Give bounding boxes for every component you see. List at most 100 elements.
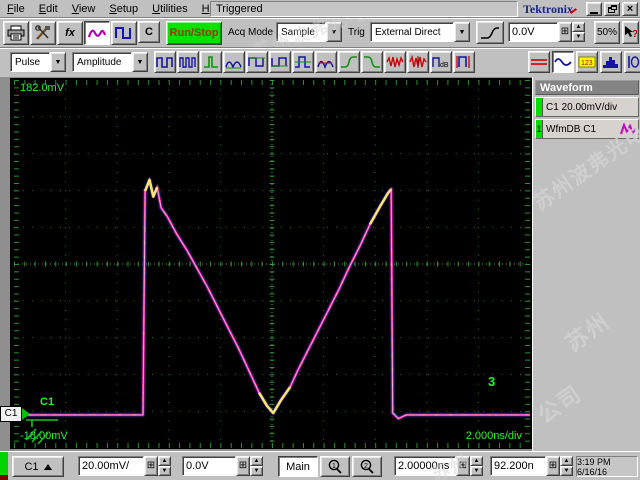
meas-pulse-width-button[interactable]	[200, 51, 222, 73]
menu-setup[interactable]: Setup	[102, 1, 145, 17]
menu-view[interactable]: View	[65, 1, 103, 17]
meas-gain-db-button[interactable]: dB	[430, 51, 452, 73]
restore-icon	[607, 5, 617, 13]
meas-cycle-peaks-button[interactable]	[315, 51, 337, 73]
channel-select-button[interactable]: C1	[12, 456, 64, 477]
restore-button[interactable]	[604, 2, 620, 16]
minimize-button[interactable]	[586, 2, 602, 16]
readouts-button[interactable]: 123	[576, 51, 598, 73]
channel-position-marker[interactable]: C1	[0, 406, 32, 423]
meas-frequency-button[interactable]	[177, 51, 199, 73]
meas-amplitude-noise-button[interactable]	[407, 51, 429, 73]
c-mode-button[interactable]: C	[138, 21, 160, 43]
menu-edit[interactable]: Edit	[32, 1, 65, 17]
bottom-control-bar: C1 ⊞ ▲ ▼ ⊞ ▲ ▼ Main 1 2	[0, 451, 640, 480]
meas-rise-time-button[interactable]	[338, 51, 360, 73]
spin-up-icon[interactable]: ▲	[572, 22, 585, 32]
measurement-toolbar: Pulse ▼ Amplitude ▼ dB 123	[0, 48, 640, 77]
trigger-source-select[interactable]: External Direct ▼	[370, 22, 470, 42]
graticule[interactable]: 182.0mV -18.00mV 2.000ns/div C1 3	[10, 78, 532, 449]
vertical-offset-spinner[interactable]: ▲ ▼	[250, 456, 263, 476]
trigger-slope-button[interactable]	[476, 21, 504, 44]
waveform-mode-button[interactable]	[84, 21, 110, 45]
main-timebase-button[interactable]: Main	[278, 456, 318, 477]
fx-math-button[interactable]: fx	[57, 21, 83, 45]
pulse-mode-button[interactable]	[111, 21, 137, 45]
spin-down-icon[interactable]: ▼	[572, 32, 585, 42]
set-50-percent-button[interactable]: 50%	[594, 21, 620, 44]
display-area: 182.0mV -18.00mV 2.000ns/div C1 3 C1 Wav…	[0, 77, 640, 451]
waveform-entry-c1[interactable]: C1 20.00mV/div	[535, 97, 639, 117]
waveform-entry-wfmdb[interactable]: 1 WfmDB C1	[535, 119, 639, 139]
keypad-button[interactable]: ⊞	[456, 456, 470, 476]
spin-down-icon[interactable]: ▼	[470, 466, 483, 476]
meas-rms-noise-button[interactable]	[384, 51, 406, 73]
horizontal-scale-spinner[interactable]: ▲ ▼	[470, 456, 483, 476]
mid-level-icon	[295, 56, 311, 68]
wfmdb-trace-icon	[620, 122, 636, 136]
trigger-level-spinner[interactable]: ▲ ▼	[572, 22, 585, 42]
meas-gated-button[interactable]	[453, 51, 475, 73]
spin-up-icon[interactable]: ▲	[470, 456, 483, 466]
spin-up-icon[interactable]: ▲	[158, 456, 171, 466]
vertical-scale-spinner[interactable]: ▲ ▼	[158, 456, 171, 476]
meas-low-level-button[interactable]	[269, 51, 291, 73]
spin-up-icon[interactable]: ▲	[560, 456, 573, 466]
trace-noise-red	[14, 176, 530, 420]
acq-mode-select[interactable]: Sample ▼	[276, 22, 342, 42]
meas-category-dropdown-button[interactable]: ▼	[50, 52, 66, 72]
sine-wave-icon	[554, 58, 572, 66]
vertical-offset-input[interactable]	[182, 456, 236, 476]
keypad-button[interactable]: ⊞	[558, 22, 572, 42]
tools-button[interactable]	[30, 21, 56, 45]
meas-subcategory-select[interactable]: Amplitude ▼	[72, 52, 148, 72]
oscilloscope-app-window: { "window": { "menu_items": ["File", "Ed…	[0, 0, 640, 480]
horizontal-position-input[interactable]	[490, 456, 546, 476]
histogram-button[interactable]	[600, 51, 622, 73]
menu-file[interactable]: File	[0, 1, 32, 17]
print-button[interactable]	[3, 21, 29, 45]
chevron-down-icon: ▼	[54, 58, 62, 66]
cursors-button[interactable]	[528, 51, 550, 73]
chevron-down-icon: ▼	[458, 28, 466, 36]
horizontal-position-group: ⊞ ▲ ▼	[490, 456, 574, 476]
trigger-source-dropdown-button[interactable]: ▼	[454, 22, 470, 42]
meas-subcategory-dropdown-button[interactable]: ▼	[132, 52, 148, 72]
meas-peaks-button[interactable]	[223, 51, 245, 73]
spin-down-icon[interactable]: ▼	[560, 466, 573, 476]
meas-category-select[interactable]: Pulse ▼	[10, 52, 66, 72]
meas-period-button[interactable]	[154, 51, 176, 73]
spin-down-icon[interactable]: ▼	[158, 466, 171, 476]
zoom-2-button[interactable]: 2	[352, 456, 382, 477]
zoom-1-button[interactable]: 1	[320, 456, 350, 477]
meas-high-level-button[interactable]	[246, 51, 268, 73]
mask-test-button[interactable]	[624, 51, 640, 73]
run-stop-button[interactable]: Run/Stop	[166, 21, 222, 45]
spin-down-icon[interactable]: ▼	[250, 466, 263, 476]
meas-mid-level-button[interactable]	[292, 51, 314, 73]
amplitude-noise-icon	[409, 55, 427, 68]
keypad-icon: ⊞	[238, 460, 248, 471]
menu-utilities[interactable]: Utilities	[145, 1, 194, 17]
peaks-icon	[225, 61, 242, 69]
c-button-label: C	[145, 26, 153, 38]
keypad-button[interactable]: ⊞	[546, 456, 560, 476]
gain-db-icon: dB	[432, 57, 449, 69]
meas-fall-time-button[interactable]	[361, 51, 383, 73]
spin-up-icon[interactable]: ▲	[250, 456, 263, 466]
frequency-icon	[179, 57, 196, 68]
context-help-button[interactable]: ?	[622, 21, 639, 44]
horizontal-position-spinner[interactable]: ▲ ▼	[560, 456, 573, 476]
horizontal-scale-input[interactable]	[394, 456, 456, 476]
trigger-level-input[interactable]	[508, 22, 558, 42]
svg-text:123: 123	[581, 60, 593, 67]
acq-mode-dropdown-button[interactable]: ▼	[326, 22, 342, 42]
vertical-scale-input[interactable]	[78, 456, 144, 476]
waveform-display-button[interactable]	[552, 51, 574, 73]
keypad-button[interactable]: ⊞	[236, 456, 250, 476]
magnifier-2-icon: 2	[360, 459, 374, 474]
trace-hot-ramp	[368, 188, 393, 225]
close-button[interactable]: ×	[622, 2, 638, 16]
keypad-button[interactable]: ⊞	[144, 456, 158, 476]
rising-slope-icon	[481, 26, 499, 39]
